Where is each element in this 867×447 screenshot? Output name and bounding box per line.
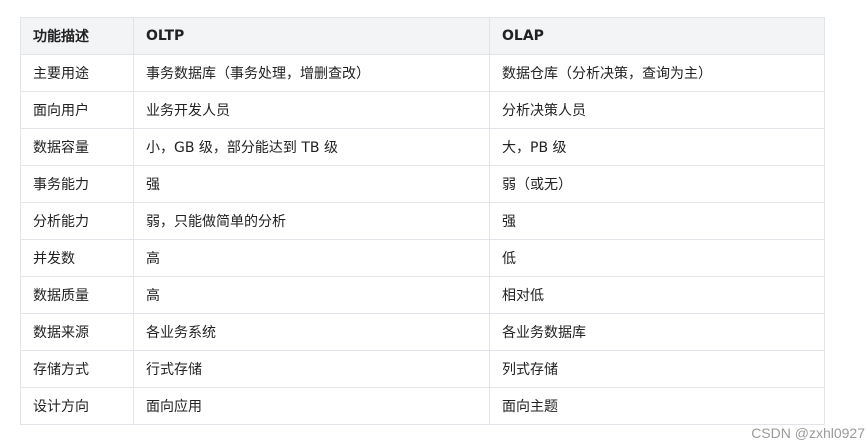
feature-cell: 数据容量 <box>20 128 134 166</box>
oltp-cell: 强 <box>133 165 490 203</box>
table-row: 数据质量 高 相对低 <box>20 276 825 314</box>
olap-cell: 强 <box>489 202 825 240</box>
comparison-table: 功能描述 OLTP OLAP 主要用途 事务数据库（事务处理，增删查改） 数据仓… <box>20 17 825 425</box>
olap-cell: 大，PB 级 <box>489 128 825 166</box>
oltp-cell: 高 <box>133 239 490 277</box>
feature-cell: 面向用户 <box>20 91 134 129</box>
feature-cell: 存储方式 <box>20 350 134 388</box>
olap-cell: 面向主题 <box>489 387 825 425</box>
feature-cell: 设计方向 <box>20 387 134 425</box>
oltp-cell: 面向应用 <box>133 387 490 425</box>
table-row: 并发数 高 低 <box>20 239 825 277</box>
oltp-cell: 各业务系统 <box>133 313 490 351</box>
olap-cell: 各业务数据库 <box>489 313 825 351</box>
olap-cell: 分析决策人员 <box>489 91 825 129</box>
feature-cell: 数据质量 <box>20 276 134 314</box>
header-feature: 功能描述 <box>20 17 134 55</box>
oltp-cell: 事务数据库（事务处理，增删查改） <box>133 54 490 92</box>
oltp-cell: 业务开发人员 <box>133 91 490 129</box>
olap-cell: 列式存储 <box>489 350 825 388</box>
oltp-cell: 行式存储 <box>133 350 490 388</box>
feature-cell: 分析能力 <box>20 202 134 240</box>
header-oltp: OLTP <box>133 17 490 55</box>
olap-cell: 数据仓库（分析决策，查询为主） <box>489 54 825 92</box>
table-row: 面向用户 业务开发人员 分析决策人员 <box>20 91 825 129</box>
table-row: 设计方向 面向应用 面向主题 <box>20 387 825 425</box>
table-row: 分析能力 弱，只能做简单的分析 强 <box>20 202 825 240</box>
csdn-watermark: CSDN @zxhl0927 <box>751 425 865 441</box>
oltp-cell: 小，GB 级，部分能达到 TB 级 <box>133 128 490 166</box>
oltp-cell: 高 <box>133 276 490 314</box>
oltp-cell: 弱，只能做简单的分析 <box>133 202 490 240</box>
table-row: 数据来源 各业务系统 各业务数据库 <box>20 313 825 351</box>
table-header-row: 功能描述 OLTP OLAP <box>20 17 825 55</box>
olap-cell: 弱（或无） <box>489 165 825 203</box>
olap-cell: 低 <box>489 239 825 277</box>
table-row: 事务能力 强 弱（或无） <box>20 165 825 203</box>
feature-cell: 事务能力 <box>20 165 134 203</box>
table-row: 数据容量 小，GB 级，部分能达到 TB 级 大，PB 级 <box>20 128 825 166</box>
feature-cell: 并发数 <box>20 239 134 277</box>
feature-cell: 主要用途 <box>20 54 134 92</box>
feature-cell: 数据来源 <box>20 313 134 351</box>
header-olap: OLAP <box>489 17 825 55</box>
table-row: 存储方式 行式存储 列式存储 <box>20 350 825 388</box>
table-row: 主要用途 事务数据库（事务处理，增删查改） 数据仓库（分析决策，查询为主） <box>20 54 825 92</box>
olap-cell: 相对低 <box>489 276 825 314</box>
